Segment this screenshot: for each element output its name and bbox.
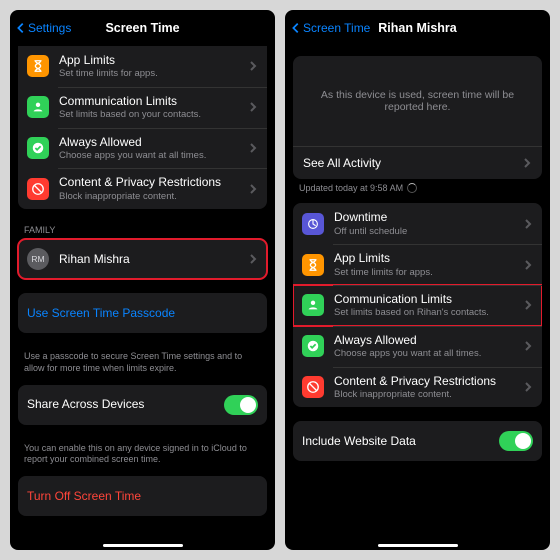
row-sub: Choose apps you want at all times.	[59, 150, 248, 161]
row-sub: Set limits based on Rihan's contacts.	[334, 307, 523, 318]
share-label: Share Across Devices	[27, 397, 224, 411]
row-title: App Limits	[334, 251, 523, 265]
home-indicator[interactable]	[378, 544, 458, 547]
row-sub: Off until schedule	[334, 226, 523, 237]
no-entry-icon	[302, 376, 324, 398]
row-title: App Limits	[59, 53, 248, 67]
chevron-right-icon	[248, 61, 258, 71]
row-title: Always Allowed	[59, 135, 248, 149]
row-sub: Block inappropriate content.	[334, 389, 523, 400]
chevron-left-icon	[289, 21, 303, 35]
updated-label: Updated today at 9:58 AM	[285, 179, 550, 203]
person-icon	[302, 294, 324, 316]
chevron-right-icon	[248, 184, 258, 194]
row-sub: Set time limits for apps.	[59, 68, 248, 79]
chevron-left-icon	[14, 21, 28, 35]
passcode-footer: Use a passcode to secure Screen Time set…	[10, 347, 275, 384]
row-always-allowed[interactable]: Always AllowedChoose apps you want at al…	[18, 128, 267, 169]
chevron-right-icon	[522, 158, 532, 168]
row-family-member[interactable]: RM Rihan Mishra	[18, 239, 267, 279]
row-see-all-activity[interactable]: See All Activity	[293, 146, 542, 179]
row-content-privacy[interactable]: Content & Privacy Restrictions Block inap…	[18, 168, 267, 209]
chevron-right-icon	[523, 300, 533, 310]
screenshot-right: Screen Time Rihan Mishra As this device …	[285, 10, 550, 550]
page-title: Screen Time	[105, 21, 179, 35]
turn-off-label: Turn Off Screen Time	[27, 489, 258, 503]
hourglass-icon	[27, 55, 49, 77]
back-label: Screen Time	[303, 21, 370, 35]
nav-bar: Screen Time Rihan Mishra	[285, 10, 550, 46]
toggle-on[interactable]	[224, 395, 258, 415]
row-always-allowed[interactable]: Always AllowedChoose apps you want at al…	[293, 326, 542, 367]
toggle-on[interactable]	[499, 431, 533, 451]
passcode-label: Use Screen Time Passcode	[27, 306, 258, 320]
chevron-right-icon	[523, 260, 533, 270]
avatar: RM	[27, 248, 49, 270]
row-communication-limits[interactable]: Communication LimitsSet limits based on …	[293, 285, 542, 326]
chevron-right-icon	[523, 341, 533, 351]
person-icon	[27, 96, 49, 118]
page-title: Rihan Mishra	[378, 21, 457, 35]
home-indicator[interactable]	[103, 544, 183, 547]
family-group: RM Rihan Mishra	[18, 239, 267, 279]
row-title: Content & Privacy Restrictions	[334, 374, 523, 388]
row-sub: Set time limits for apps.	[334, 267, 523, 278]
row-include-website-data[interactable]: Include Website Data	[293, 421, 542, 461]
see-all-label: See All Activity	[303, 156, 522, 170]
share-footer: You can enable this on any device signed…	[10, 439, 275, 476]
screenshot-left: Settings Screen Time App LimitsSet time …	[10, 10, 275, 550]
row-turn-off[interactable]: Turn Off Screen Time	[18, 476, 267, 516]
row-app-limits[interactable]: App LimitsSet time limits for apps.	[18, 46, 267, 87]
hourglass-icon	[302, 254, 324, 276]
row-title: Always Allowed	[334, 333, 523, 347]
chevron-right-icon	[248, 102, 258, 112]
row-sub: Set limits based on your contacts.	[59, 109, 248, 120]
chevron-right-icon	[523, 219, 533, 229]
row-use-passcode[interactable]: Use Screen Time Passcode	[18, 293, 267, 333]
row-title: Communication Limits	[334, 292, 523, 306]
back-button[interactable]: Settings	[14, 21, 71, 35]
back-button[interactable]: Screen Time	[289, 21, 370, 35]
row-app-limits[interactable]: App Limits Set time limits for apps.	[293, 244, 542, 285]
family-header: FAMILY	[10, 223, 275, 239]
no-entry-icon	[27, 178, 49, 200]
row-title: Communication Limits	[59, 94, 248, 108]
row-downtime[interactable]: Downtime Off until schedule	[293, 203, 542, 244]
chevron-right-icon	[248, 254, 258, 264]
family-name: Rihan Mishra	[59, 252, 248, 266]
website-label: Include Website Data	[302, 434, 499, 448]
row-share-across-devices[interactable]: Share Across Devices	[18, 385, 267, 425]
row-sub: Block inappropriate content.	[59, 191, 248, 202]
row-content-privacy[interactable]: Content & Privacy RestrictionsBlock inap…	[293, 367, 542, 408]
usage-info: As this device is used, screen time will…	[293, 56, 542, 146]
chevron-right-icon	[523, 382, 533, 392]
nav-bar: Settings Screen Time	[10, 10, 275, 46]
row-title: Content & Privacy Restrictions	[59, 175, 248, 189]
row-sub: Choose apps you want at all times.	[334, 348, 523, 359]
row-title: Downtime	[334, 210, 523, 224]
moon-icon	[302, 213, 324, 235]
checkmark-icon	[27, 137, 49, 159]
spinner-icon	[407, 183, 417, 193]
back-label: Settings	[28, 21, 71, 35]
row-communication-limits[interactable]: Communication LimitsSet limits based on …	[18, 87, 267, 128]
chevron-right-icon	[248, 143, 258, 153]
checkmark-icon	[302, 335, 324, 357]
